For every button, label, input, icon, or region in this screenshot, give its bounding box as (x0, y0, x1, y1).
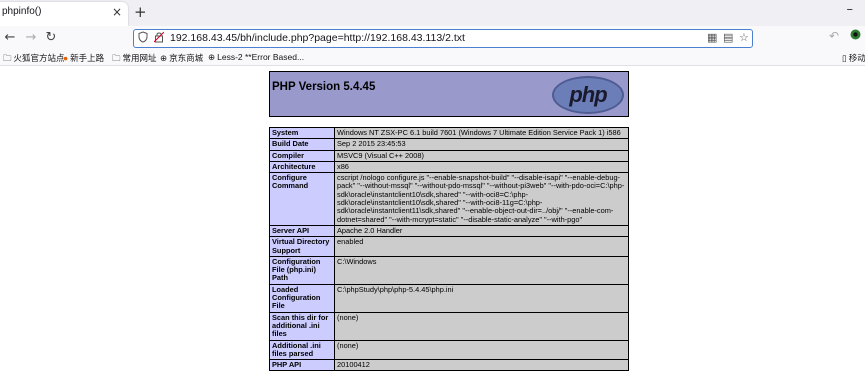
row-key: Compiler (269, 149, 335, 162)
firefox-icon: ● (63, 53, 69, 63)
table-row: Virtual Directory Support enabled (269, 236, 629, 257)
folder-icon: 🗀 (112, 53, 121, 63)
globe-icon: ⊕ (160, 53, 168, 63)
extension-icon[interactable] (850, 29, 861, 43)
php-version-title: PHP Version 5.4.45 (272, 81, 376, 93)
row-key: Architecture (269, 160, 335, 174)
bookmark-label: 新手上路 (70, 53, 105, 63)
mobile-icon: ▯ (842, 53, 847, 63)
table-row: Scan this dir for additional .ini files(… (269, 311, 629, 341)
bookmark-item[interactable]: ● 新手上路 (63, 52, 104, 64)
close-icon[interactable]: × (112, 5, 122, 19)
bookmark-label: Less-2 **Error Based... (217, 52, 305, 62)
minimize-icon[interactable]: – (847, 2, 854, 17)
row-value: cscript /nologo configure.js "--enable-s… (334, 172, 629, 226)
row-value: enabled (334, 236, 629, 257)
reload-icon[interactable]: ↻ (42, 29, 60, 47)
back-arrow-icon[interactable]: ← (1, 29, 19, 47)
bookmark-item[interactable]: ⊕ 京东商城 (160, 52, 203, 64)
table-row: Build Date Sep 2 2015 23:45:53 (269, 138, 629, 151)
tab-title: phpinfo() (2, 6, 42, 17)
bookmark-star-icon[interactable]: ☆ (739, 31, 749, 44)
row-value: C:\Windows (334, 255, 629, 285)
qr-code-icon[interactable]: ▦ (707, 31, 717, 44)
shield-icon[interactable] (138, 31, 148, 46)
row-key: PHP API (269, 359, 335, 372)
row-key: System (269, 126, 335, 140)
row-key: Configuration File (php.ini) Path (269, 255, 335, 285)
row-value: C:\phpStudy\php\php-5.4.45\php.ini (334, 283, 629, 313)
forward-arrow-icon[interactable]: → (22, 29, 40, 47)
row-key: Configure Command (269, 172, 335, 226)
row-value: 20100412 (334, 359, 629, 372)
folder-icon: 🗀 (3, 53, 12, 63)
row-key: Scan this dir for additional .ini files (269, 311, 335, 341)
bookmark-item[interactable]: ⊕ Less-2 **Error Based... (208, 52, 304, 63)
bookmark-item[interactable]: 🗀 常用网址 (112, 52, 157, 67)
table-row: Compiler MSVC9 (Visual C++ 2008) (269, 149, 629, 162)
row-key: Server API (269, 224, 335, 238)
page-content: PHP Version 5.4.45 php System Windows NT … (0, 67, 865, 376)
row-value: x86 (334, 160, 629, 174)
bookmarks-toolbar: 🗀 火狐官方站点 ● 新手上路 🗀 常用网址 ⊕ 京东商城 ⊕ Less-2 **Erro… (0, 50, 865, 66)
bookmark-item[interactable]: 🗀 火狐官方站点 (3, 52, 65, 67)
new-tab-button[interactable]: + (134, 3, 147, 21)
insecure-lock-icon[interactable] (153, 31, 165, 46)
table-row: Server API Apache 2.0 Handler (269, 224, 629, 238)
mobile-bookmarks[interactable]: ▯ 移动 (842, 52, 865, 64)
bookmark-label: 京东商城 (169, 53, 204, 63)
php-logo-text: php (569, 82, 607, 107)
table-row: System Windows NT ZSX-PC 6.1 build 7601 (… (269, 126, 629, 140)
row-key: Loaded Configuration File (269, 283, 335, 313)
row-value: (none) (334, 311, 629, 341)
row-value: MSVC9 (Visual C++ 2008) (334, 149, 629, 162)
table-row: Architecture x86 (269, 160, 629, 174)
table-row: Loaded Configuration File C:\phpStudy\php… (269, 283, 629, 313)
url-bar[interactable]: 192.168.43.45/bh/include.php?page=http:/… (133, 29, 753, 48)
tab-bar: phpinfo() × + – (0, 0, 865, 26)
globe-icon: ⊕ (208, 52, 216, 62)
table-row: Configure Command cscript /nologo configu… (269, 172, 629, 226)
phpinfo-table: System Windows NT ZSX-PC 6.1 build 7601 (… (269, 126, 629, 372)
row-value: (none) (334, 339, 629, 361)
row-value: Windows NT ZSX-PC 6.1 build 7601 (Window… (334, 126, 629, 140)
bookmark-label: 常用网址 (122, 53, 157, 63)
url-input[interactable]: 192.168.43.45/bh/include.php?page=http:/… (170, 32, 465, 44)
php-logo: php (552, 76, 624, 114)
reader-view-icon[interactable]: ▤ (723, 31, 733, 44)
undo-icon[interactable]: ↶ (829, 29, 839, 43)
tab-phpinfo[interactable]: phpinfo() × (0, 2, 128, 26)
table-row: Additional .ini files parsed (none) (269, 339, 629, 361)
bookmark-label: 移动 (848, 53, 865, 63)
table-row: Configuration File (php.ini) Path C:\Wind… (269, 255, 629, 285)
row-value: Apache 2.0 Handler (334, 224, 629, 238)
row-value: Sep 2 2015 23:45:53 (334, 138, 629, 151)
table-row: PHP API 20100412 (269, 359, 629, 372)
php-version-header: PHP Version 5.4.45 php (269, 71, 629, 117)
row-key: Build Date (269, 138, 335, 151)
row-key: Additional .ini files parsed (269, 339, 335, 361)
row-key: Virtual Directory Support (269, 236, 335, 257)
bookmark-label: 火狐官方站点 (13, 53, 65, 63)
